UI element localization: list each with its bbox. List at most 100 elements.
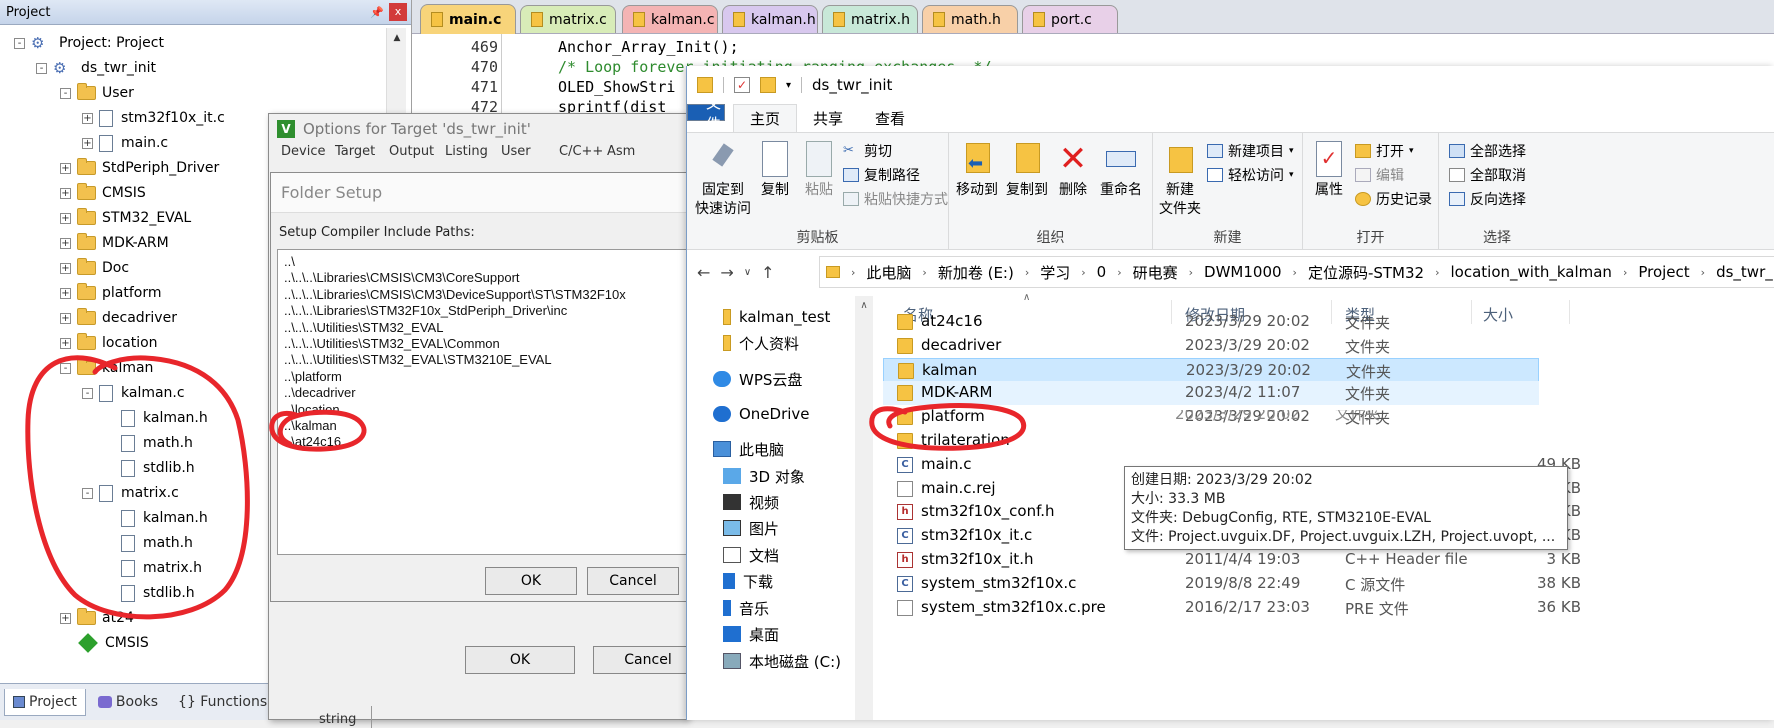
tree-item[interactable]: + StdPeriph_Driver <box>60 157 219 179</box>
breadcrumb-item[interactable]: 此电脑 <box>860 262 917 283</box>
options-tab[interactable]: Listing <box>445 144 488 159</box>
options-tab[interactable]: Output <box>389 144 434 159</box>
tree-item[interactable]: - ⚙ Project: Project <box>14 32 164 54</box>
tree-item[interactable]: + STM32_EVAL <box>60 207 191 229</box>
file-row[interactable]: system_stm32f10x.c.pre 2016/2/17 23:03 PRE… <box>883 596 1581 620</box>
file-row[interactable]: Csystem_stm32f10x.c 2019/8/8 22:49 C 源文件 38… <box>883 572 1581 596</box>
collapse-icon[interactable]: - <box>82 487 93 499</box>
breadcrumb-separator-icon[interactable]: › <box>1696 266 1710 279</box>
collapse-icon[interactable]: - <box>60 87 71 99</box>
ribbon-tab-file[interactable]: 文件 <box>687 94 725 133</box>
tree-item[interactable]: math.h <box>104 432 193 454</box>
tree-item[interactable]: + main.c <box>82 132 168 154</box>
breadcrumb-item[interactable]: 新加卷 (E:) <box>932 262 1020 283</box>
expand-icon[interactable]: + <box>60 337 71 349</box>
code-line[interactable]: Anchor_Array_Init(); <box>558 38 739 56</box>
tree-item[interactable]: + stm32f10x_it.c <box>82 107 225 129</box>
tab-functions[interactable]: {} Functions <box>170 689 275 715</box>
tab-project[interactable]: Project <box>4 688 86 716</box>
nav-item[interactable]: 桌面 <box>723 621 779 647</box>
new-item-button[interactable]: 新建项目 ▾ <box>1207 141 1294 161</box>
expand-icon[interactable]: + <box>60 162 71 174</box>
include-path-item[interactable]: ..\..\..\Utilities\STM32_EVAL\Common <box>284 336 684 352</box>
properties-button[interactable]: ✓ 属性 <box>1309 141 1349 200</box>
expand-icon[interactable]: + <box>60 212 71 224</box>
up-icon[interactable]: ↑ <box>761 263 774 282</box>
copy-path-button[interactable]: 复制路径 <box>843 165 920 185</box>
easy-access-button[interactable]: 轻松访问 ▾ <box>1207 165 1294 185</box>
editor-tab[interactable]: matrix.c <box>520 5 616 33</box>
paste-button[interactable]: 粘贴 <box>799 141 839 200</box>
delete-button[interactable]: ✕ 删除 <box>1053 141 1093 200</box>
file-row[interactable]: kalman 2023/3/29 20:02 文件夹 <box>883 358 1539 382</box>
history-button[interactable]: 历史记录 <box>1355 189 1432 209</box>
tree-item[interactable]: + location <box>60 332 158 354</box>
tree-item[interactable]: stdlib.h <box>104 457 195 479</box>
include-path-item[interactable]: ..\location <box>284 402 684 418</box>
ribbon-tab-view[interactable]: 查看 <box>859 104 921 132</box>
move-to-button[interactable]: ⬅ 移动到 <box>953 141 1001 200</box>
rename-button[interactable]: 重命名 <box>1095 141 1147 200</box>
pin-icon[interactable]: 📌 <box>369 6 385 19</box>
editor-tab[interactable]: math.h <box>922 5 1018 33</box>
pin-quick-access-button[interactable]: 固定到 快速访问 <box>695 141 751 219</box>
nav-item[interactable]: WPS云盘 <box>713 366 802 392</box>
breadcrumb-separator-icon[interactable]: › <box>1020 266 1034 279</box>
select-all-button[interactable]: 全部选择 <box>1449 141 1526 161</box>
editor-tab[interactable]: kalman.h <box>722 5 818 33</box>
editor-tab[interactable]: main.c <box>420 4 516 34</box>
chevron-down-icon[interactable]: ▾ <box>786 80 791 91</box>
options-tab[interactable]: Asm <box>607 144 635 159</box>
include-path-item[interactable]: ..\ <box>284 254 684 270</box>
include-path-item[interactable]: ..\kalman <box>284 418 684 434</box>
tree-item[interactable]: math.h <box>104 532 193 554</box>
tree-item[interactable]: kalman.h <box>104 507 208 529</box>
checkbox-icon[interactable]: ✓ <box>734 77 750 93</box>
new-folder-button[interactable]: 新建 文件夹 <box>1157 141 1203 219</box>
options-tab[interactable]: C/C++ <box>559 144 603 159</box>
code-line[interactable]: OLED_ShowStri <box>558 78 675 96</box>
expand-icon[interactable]: + <box>60 287 71 299</box>
folder-setup-ok-button[interactable]: OK <box>485 567 577 595</box>
editor-tab[interactable]: kalman.c <box>622 5 718 33</box>
tree-item[interactable]: CMSIS <box>60 632 149 654</box>
ribbon-tab-home[interactable]: 主页 <box>733 104 798 132</box>
nav-item[interactable]: 音乐 <box>723 595 769 621</box>
recent-chevron-icon[interactable]: ∨ <box>744 267 751 278</box>
options-ok-button[interactable]: OK <box>465 646 575 674</box>
nav-item[interactable]: 下载 <box>723 568 773 594</box>
select-none-button[interactable]: 全部取消 <box>1449 165 1526 185</box>
tab-books[interactable]: Books <box>90 689 166 715</box>
tree-item[interactable]: matrix.h <box>104 557 202 579</box>
tree-item[interactable]: + MDK-ARM <box>60 232 169 254</box>
nav-item[interactable]: 图片 <box>723 515 779 541</box>
nav-item[interactable]: OneDrive <box>713 401 810 427</box>
nav-item[interactable]: 个人资料 <box>723 330 799 356</box>
file-row[interactable]: at24c16 2023/3/29 20:02 文件夹 <box>883 310 1523 334</box>
expand-icon[interactable]: + <box>60 262 71 274</box>
include-path-item[interactable]: ..\decadriver <box>284 385 684 401</box>
file-row[interactable]: MDK-ARM 2023/4/2 11:07 文件夹 <box>883 381 1539 405</box>
breadcrumb-item[interactable]: DWM1000 <box>1198 263 1288 281</box>
nav-item[interactable]: 本地磁盘 (C:) <box>723 648 841 674</box>
options-tab[interactable]: User <box>501 144 531 159</box>
breadcrumb-item[interactable]: 研电赛 <box>1127 262 1184 283</box>
folder-setup-cancel-button[interactable]: Cancel <box>587 567 679 595</box>
collapse-icon[interactable]: - <box>82 387 93 399</box>
open-button[interactable]: 打开 ▾ <box>1355 141 1414 161</box>
nav-item[interactable]: 此电脑 <box>713 436 784 462</box>
breadcrumb-separator-icon[interactable]: › <box>1430 266 1444 279</box>
breadcrumb-item[interactable]: ds_twr_in <box>1710 263 1774 281</box>
include-path-item[interactable]: ..\at24c16 <box>284 434 684 450</box>
breadcrumb-separator-icon[interactable]: › <box>917 266 931 279</box>
tree-item[interactable]: - matrix.c <box>82 482 179 504</box>
copy-button[interactable]: 复制 <box>755 141 795 200</box>
file-row[interactable]: h stm32f10x_it.h 2011/4/4 19:03 C++ Header … <box>883 548 1581 572</box>
options-tab[interactable]: Target <box>335 144 375 159</box>
address-bar[interactable]: › 此电脑 › 新加卷 (E:) › 学习 › 0 › 研电赛 › DWM1000 › 定位源码-STM… <box>819 256 1774 288</box>
editor-tab[interactable]: port.c <box>1022 5 1118 33</box>
paste-shortcut-button[interactable]: 粘贴快捷方式 <box>843 189 948 209</box>
expand-icon[interactable]: + <box>60 237 71 249</box>
breadcrumb-item[interactable]: 学习 <box>1034 262 1076 283</box>
column-divider[interactable] <box>1569 300 1570 324</box>
